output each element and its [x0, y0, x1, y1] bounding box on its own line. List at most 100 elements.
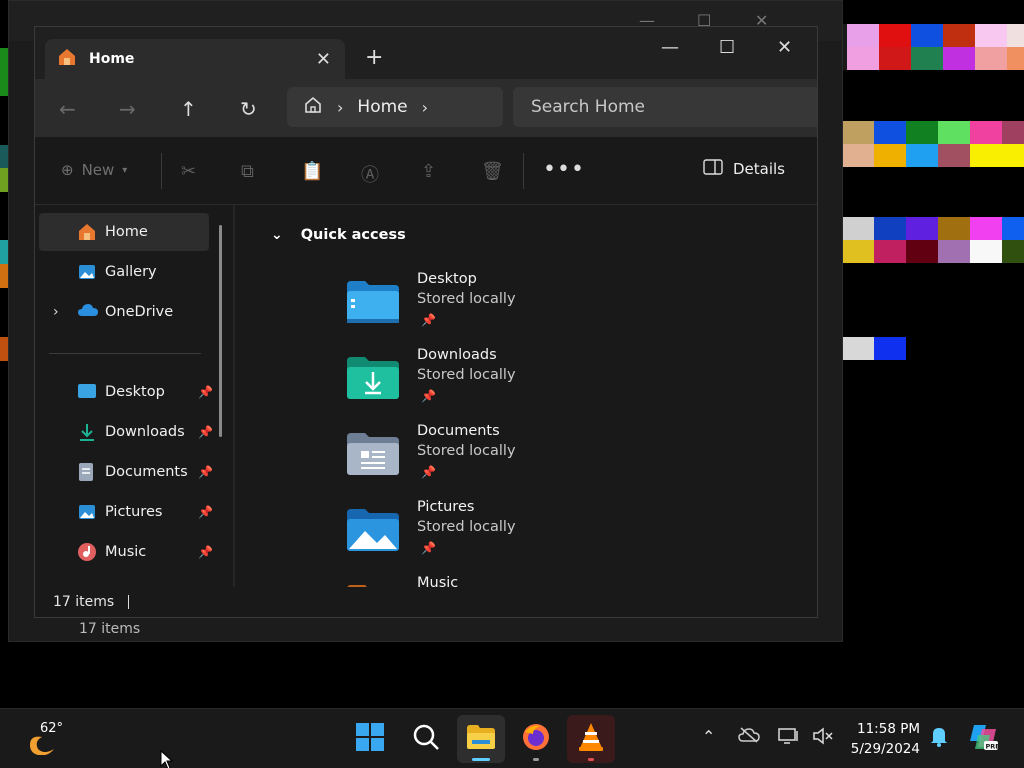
refresh-icon[interactable]: ↻	[240, 97, 257, 121]
pin-icon[interactable]: 📌	[198, 505, 213, 519]
expand-chevron-icon[interactable]: ›	[53, 304, 59, 320]
item-status: Stored locally	[417, 367, 516, 383]
chevron-down-icon: ▾	[122, 164, 128, 176]
item-status: Stored locally	[417, 443, 516, 459]
start-button[interactable]	[346, 715, 394, 763]
copilot-icon[interactable]: PRE	[968, 721, 1000, 757]
network-icon[interactable]	[778, 727, 800, 749]
pin-icon: 📌	[421, 465, 436, 479]
quick-access-item-pictures[interactable]: Pictures Stored locally 📌	[345, 499, 645, 569]
sidebar-item-gallery[interactable]: Gallery	[39, 253, 209, 291]
downloads-icon	[77, 422, 97, 446]
onedrive-offline-icon[interactable]	[738, 727, 760, 747]
home-icon	[57, 47, 77, 71]
quick-access-item-desktop[interactable]: Desktop Stored locally 📌	[345, 271, 645, 341]
music-icon	[77, 542, 97, 566]
home-icon	[77, 222, 97, 246]
search-box[interactable]: Search Home	[513, 87, 817, 127]
address-home-icon[interactable]	[303, 95, 323, 119]
quick-access-item-music[interactable]: Music	[345, 575, 645, 587]
maximize-icon[interactable]: ☐	[719, 37, 735, 58]
sidebar-item-downloads[interactable]: Downloads 📌	[39, 413, 213, 451]
new-button[interactable]: ⊕ New ▾	[61, 161, 127, 179]
delete-icon[interactable]: 🗑	[481, 161, 504, 182]
breadcrumb-chevron-icon[interactable]: ›	[337, 98, 343, 117]
sidebar-item-pictures[interactable]: Pictures 📌	[39, 493, 213, 531]
back-arrow-icon[interactable]: ←	[59, 97, 76, 121]
close-tab-icon[interactable]: ✕	[316, 49, 331, 70]
show-hidden-icons-chevron-icon[interactable]: ⌃	[702, 727, 715, 746]
rename-icon[interactable]: Ⓐ	[361, 161, 379, 187]
background-color-grid-row-3	[842, 217, 1024, 240]
sidebar-item-label: Pictures	[105, 504, 163, 520]
navigation-pane: Home Gallery › OneDrive Desktop 📌 Downlo…	[35, 205, 233, 587]
search-button[interactable]	[402, 715, 450, 763]
item-count: 17 items	[53, 594, 115, 610]
sidebar-scrollbar[interactable]	[219, 225, 222, 437]
taskbar: 62° ⌃ 11:58 PM 5/29/2024 PRE	[0, 708, 1024, 768]
running-indicator	[588, 758, 594, 761]
file-explorer-window[interactable]: Home ✕ + — ☐ ✕ ← → ↑ ↻ › Home › Search H…	[34, 26, 818, 618]
command-bar: ⊕ New ▾ ✂ ⧉ 📋 Ⓐ ⇪ 🗑 ••• Details	[35, 137, 817, 205]
paste-icon[interactable]: 📋	[301, 161, 323, 182]
weather-widget[interactable]: 62°	[22, 721, 82, 761]
breadcrumb-chevron-icon[interactable]: ›	[422, 98, 428, 117]
sidebar-item-label: Home	[105, 224, 148, 240]
details-label: Details	[732, 160, 785, 178]
svg-text:PRE: PRE	[986, 743, 1000, 751]
moon-weather-icon	[26, 733, 56, 759]
forward-arrow-icon[interactable]: →	[119, 97, 136, 121]
file-explorer-taskbar-button[interactable]	[457, 715, 505, 763]
pin-icon[interactable]: 📌	[198, 545, 213, 559]
firefox-taskbar-button[interactable]	[512, 715, 560, 763]
new-tab-icon[interactable]: +	[365, 45, 383, 70]
tab-home[interactable]: Home ✕	[45, 39, 345, 79]
search-icon	[412, 723, 440, 755]
sidebar-item-label: OneDrive	[105, 304, 174, 320]
volume-muted-icon[interactable]	[812, 727, 834, 749]
pin-icon[interactable]: 📌	[198, 425, 213, 439]
quick-access-title: Quick access	[300, 227, 406, 243]
pin-icon: 📌	[421, 541, 436, 555]
up-arrow-icon[interactable]: ↑	[180, 97, 197, 121]
pin-icon[interactable]: 📌	[198, 385, 213, 399]
plus-circle-icon: ⊕	[61, 161, 74, 179]
pin-icon[interactable]: 📌	[198, 465, 213, 479]
background-status-text: 17 items	[79, 621, 141, 637]
details-pane-icon	[703, 159, 723, 179]
vlc-taskbar-button[interactable]	[567, 715, 615, 763]
sidebar-item-home[interactable]: Home	[39, 213, 209, 251]
sidebar-item-music[interactable]: Music 📌	[39, 533, 213, 571]
sidebar-item-label: Desktop	[105, 384, 165, 400]
pictures-icon	[77, 502, 97, 526]
background-color-grid-row-2	[842, 121, 1024, 144]
desktop: — ☐ ✕ 17 items Home ✕ + — ☐ ✕ ← → ↑ ↻ › …	[0, 0, 1024, 768]
sidebar-item-label: Music	[105, 544, 147, 560]
quick-access-item-documents[interactable]: Documents Stored locally 📌	[345, 423, 645, 493]
onedrive-icon	[77, 302, 99, 322]
sidebar-item-desktop[interactable]: Desktop 📌	[39, 373, 213, 411]
sidebar-item-onedrive[interactable]: › OneDrive	[39, 293, 209, 331]
breadcrumb-home[interactable]: Home	[357, 97, 407, 117]
quick-access-item-downloads[interactable]: Downloads Stored locally 📌	[345, 347, 645, 417]
sidebar-item-documents[interactable]: Documents 📌	[39, 453, 213, 491]
chevron-down-icon[interactable]: ⌄	[271, 227, 283, 243]
notification-bell-icon[interactable]	[930, 725, 948, 751]
tab-label: Home	[89, 51, 135, 67]
close-window-icon[interactable]: ✕	[777, 37, 792, 58]
clock[interactable]: 11:58 PM 5/29/2024	[851, 719, 920, 759]
item-name: Pictures	[417, 499, 475, 515]
details-button[interactable]: Details	[703, 159, 785, 179]
item-name: Desktop	[417, 271, 477, 287]
copy-icon[interactable]: ⧉	[241, 161, 254, 182]
more-options-icon[interactable]: •••	[543, 157, 585, 182]
address-bar[interactable]: › Home ›	[287, 87, 503, 127]
minimize-icon[interactable]: —	[661, 37, 679, 58]
quick-access-header[interactable]: ⌄ Quick access	[271, 227, 406, 243]
sidebar-item-label: Documents	[105, 464, 188, 480]
share-icon[interactable]: ⇪	[421, 161, 436, 182]
cut-icon[interactable]: ✂	[181, 161, 196, 182]
home-view: ⌄ Quick access Desktop Stored locally 📌 …	[235, 205, 817, 587]
status-separator	[128, 595, 130, 609]
mouse-pointer-icon	[160, 749, 174, 768]
